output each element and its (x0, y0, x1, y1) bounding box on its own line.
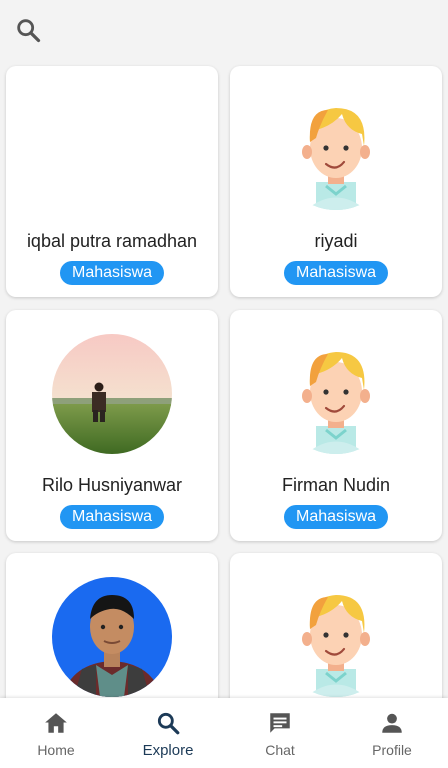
cartoon-boy-icon (276, 90, 396, 210)
nav-label: Explore (142, 742, 194, 759)
person-icon (382, 713, 402, 733)
user-name: Firman Nudin (281, 475, 391, 495)
user-name: iqbal putra ramadhan (26, 231, 198, 251)
nav-label: Home (37, 742, 75, 758)
explore-screen: iqbal putra ramadhan Mahasiswa riyadi Ma… (0, 0, 448, 768)
nav-label: Chat (265, 742, 295, 758)
nav-item-profile[interactable]: Profile (336, 698, 448, 768)
search-icon (17, 19, 41, 43)
top-bar (0, 0, 448, 60)
user-card[interactable]: riyadi Mahasiswa (230, 66, 442, 297)
role-badge: Mahasiswa (283, 261, 389, 285)
search-icon (157, 712, 180, 735)
role-badge: Mahasiswa (283, 505, 389, 529)
role-badge: Mahasiswa (59, 505, 165, 529)
user-name: riyadi (314, 231, 358, 251)
field-photo (52, 334, 172, 454)
chat-icon (270, 713, 290, 733)
home-icon (45, 713, 67, 733)
user-card[interactable]: Firman Nudin Mahasiswa (230, 310, 442, 541)
role-badge: Mahasiswa (59, 261, 165, 285)
user-card[interactable]: iqbal putra ramadhan Mahasiswa (6, 66, 218, 297)
cartoon-boy-icon (276, 577, 396, 697)
user-card[interactable]: Rilo Husniyanwar Mahasiswa (6, 310, 218, 541)
nav-item-home[interactable]: Home (0, 698, 112, 768)
nav-label: Profile (372, 742, 412, 758)
nav-item-chat[interactable]: Chat (224, 698, 336, 768)
search-button[interactable] (14, 16, 42, 44)
bottom-nav: Home Explore Chat Profile (0, 698, 448, 768)
portrait-photo (52, 577, 172, 697)
nav-item-explore[interactable]: Explore (112, 698, 224, 768)
cartoon-boy-icon (276, 334, 396, 454)
user-name: Rilo Husniyanwar (41, 475, 183, 495)
